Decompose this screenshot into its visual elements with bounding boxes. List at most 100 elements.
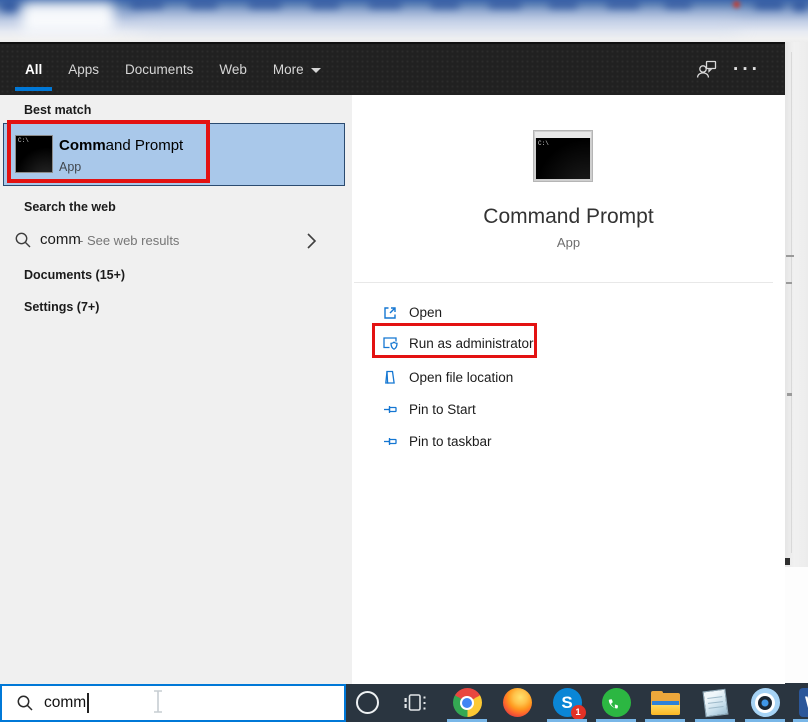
- ellipsis-icon: ···: [733, 59, 761, 81]
- task-view-icon: [402, 690, 428, 716]
- blur-artifact: [188, 0, 218, 9]
- web-suggestion-row[interactable]: comm - See web results: [0, 223, 352, 259]
- search-icon: [14, 231, 32, 249]
- blur-artifact: [488, 0, 522, 9]
- tab-web[interactable]: Web: [219, 44, 247, 95]
- background-artifact: [786, 255, 794, 257]
- panel-bottom-edge: [0, 675, 785, 684]
- blur-artifact: [664, 0, 692, 9]
- taskbar-notepad-button[interactable]: [695, 683, 735, 722]
- folder-icon: [382, 369, 399, 386]
- background-artifact: [785, 567, 808, 683]
- documents-section-header[interactable]: Documents (15+): [24, 268, 125, 282]
- chrome-icon: [453, 688, 482, 717]
- pin-icon: [382, 433, 399, 450]
- file-explorer-icon: [651, 691, 680, 715]
- tab-apps[interactable]: Apps: [68, 44, 99, 95]
- web-suggestion-hint: - See web results: [79, 233, 179, 248]
- search-the-web-label: Search the web: [24, 200, 116, 214]
- action-open-file-location-label: Open file location: [409, 370, 513, 385]
- blur-artifact: [310, 0, 340, 9]
- folder-front: [651, 705, 680, 715]
- action-pin-to-taskbar-label: Pin to taskbar: [409, 434, 492, 449]
- pin-icon: [382, 401, 399, 418]
- search-icon: [16, 694, 34, 712]
- search-filter-header: All Apps Documents Web More ···: [0, 42, 785, 95]
- word-icon: W: [799, 688, 808, 717]
- background-window-edge: [785, 42, 808, 683]
- feedback-button[interactable]: [695, 44, 719, 95]
- whatsapp-icon: [602, 688, 631, 717]
- blur-artifact: [754, 0, 784, 9]
- tab-web-label: Web: [219, 62, 247, 77]
- action-pin-to-start[interactable]: Pin to Start: [352, 398, 785, 420]
- background-browser-bar: [0, 0, 808, 42]
- detail-subtitle: App: [352, 235, 785, 250]
- action-pin-to-taskbar[interactable]: Pin to taskbar: [352, 430, 785, 452]
- notification-badge: 1: [571, 705, 586, 720]
- background-artifact: [785, 558, 790, 565]
- taskbar-media-player-button[interactable]: [745, 683, 785, 722]
- tab-more-label: More: [273, 62, 304, 77]
- tab-apps-label: Apps: [68, 62, 99, 77]
- blur-artifact: [368, 0, 402, 9]
- blur-artifact: [548, 0, 578, 9]
- tab-all[interactable]: All: [25, 44, 42, 95]
- blur-artifact: [130, 0, 164, 9]
- taskbar-word-button[interactable]: W: [793, 683, 808, 722]
- media-player-icon: [751, 688, 780, 717]
- notepad-icon: [702, 688, 728, 717]
- panel-bottom-edge-left: [0, 675, 352, 684]
- action-open-label: Open: [409, 305, 442, 320]
- blur-artifact: [248, 0, 282, 9]
- more-options-button[interactable]: ···: [733, 44, 761, 95]
- taskbar-firefox-button[interactable]: [497, 683, 537, 722]
- open-icon: [382, 304, 399, 321]
- background-scrollbar-line: [791, 52, 792, 553]
- chevron-right-icon[interactable]: [306, 232, 317, 250]
- taskbar-cortana-button[interactable]: [347, 683, 387, 722]
- blur-artifact: [0, 0, 20, 12]
- blur-artifact: [733, 1, 740, 8]
- skype-icon: S 1: [553, 688, 582, 717]
- search-input-value: comm: [44, 694, 86, 712]
- tab-documents[interactable]: Documents: [125, 44, 193, 95]
- taskbar-file-explorer-button[interactable]: [645, 683, 685, 722]
- action-open-file-location[interactable]: Open file location: [352, 366, 785, 388]
- ibeam-cursor: [152, 689, 164, 714]
- command-prompt-icon-text: C:\: [538, 140, 549, 147]
- settings-section-header[interactable]: Settings (7+): [24, 300, 99, 314]
- annotation-box-best-match: [7, 120, 210, 183]
- phone-glyph: [607, 694, 625, 712]
- results-list-panel: Best match C:\ Command Prompt App Search…: [0, 95, 352, 683]
- background-artifact: [787, 393, 792, 396]
- detail-title: Command Prompt: [352, 205, 785, 229]
- icon-screen: C:\: [536, 138, 590, 179]
- tab-documents-label: Documents: [125, 62, 193, 77]
- command-prompt-icon-large: C:\: [533, 130, 593, 182]
- action-pin-to-start-label: Pin to Start: [409, 402, 476, 417]
- taskbar-whatsapp-button[interactable]: [596, 683, 636, 722]
- divider: [354, 282, 773, 283]
- action-open[interactable]: Open: [352, 301, 785, 323]
- result-detail-panel: C:\ Command Prompt App Open Run as admin…: [352, 95, 785, 683]
- blur-artifact: [140, 16, 740, 30]
- firefox-icon: [503, 688, 532, 717]
- blur-artifact: [606, 0, 640, 9]
- taskbar-skype-button[interactable]: S 1: [547, 683, 587, 722]
- filter-tabs: All Apps Documents Web More: [25, 44, 321, 95]
- best-match-label: Best match: [24, 103, 91, 117]
- tab-all-label: All: [25, 62, 42, 77]
- taskbar-task-view-button[interactable]: [395, 683, 435, 722]
- person-feedback-icon: [695, 58, 719, 82]
- chevron-down-icon: [311, 68, 321, 73]
- search-input[interactable]: comm: [0, 684, 346, 722]
- taskbar-chrome-button[interactable]: [447, 683, 487, 722]
- blur-artifact: [22, 3, 114, 33]
- web-suggestion-query: comm: [40, 231, 81, 248]
- tab-more[interactable]: More: [273, 44, 321, 95]
- annotation-box-run-as-administrator: [372, 323, 537, 358]
- blur-artifact: [430, 0, 460, 9]
- text-caret: [87, 693, 89, 713]
- background-artifact: [786, 282, 792, 284]
